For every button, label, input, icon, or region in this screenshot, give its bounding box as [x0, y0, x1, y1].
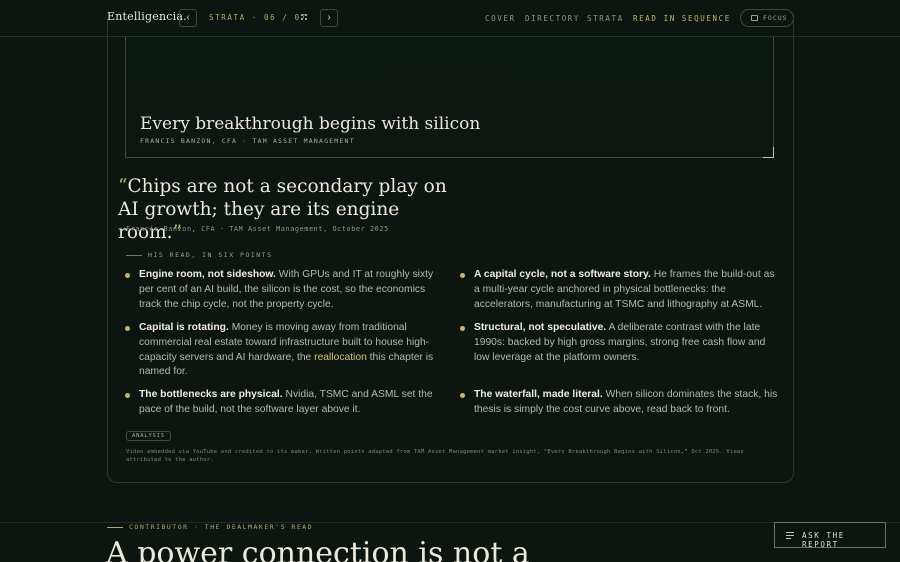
point-item: A capital cycle, not a software story. H…: [460, 268, 779, 312]
bullet-dot: [460, 393, 465, 398]
video-credit: FRANCIS BANZON, CFA · TAM ASSET MANAGEME…: [140, 137, 355, 145]
point-lead: Structural, not speculative.: [474, 322, 607, 333]
point-item: Structural, not speculative. A deliberat…: [460, 321, 779, 365]
menu-lines-icon: [786, 532, 794, 539]
source-footnote: Video embedded via YouTube and credited …: [126, 449, 744, 463]
points-section-label: HIS READ, IN SIX POINTS: [126, 251, 273, 259]
corner-mark: [763, 147, 774, 158]
points-section-label-text: HIS READ, IN SIX POINTS: [148, 251, 273, 259]
pull-quote: “Chips are not a secondary play on AI gr…: [118, 175, 448, 244]
video-title: Every breakthrough begins with silicon: [140, 114, 481, 134]
point-lead: A capital cycle, not a software story.: [474, 269, 651, 280]
analysis-tag: ANALYSIS: [126, 431, 171, 441]
point-lead: Capital is rotating.: [139, 322, 229, 333]
point-lead: Engine room, not sideshow.: [139, 269, 276, 280]
ask-the-report-button[interactable]: ASK THE REPORT: [774, 522, 886, 549]
bullet-dot: [125, 393, 130, 398]
bullet-dot: [460, 273, 465, 278]
point-item: Engine room, not sideshow. With GPUs and…: [125, 268, 444, 312]
label-rule: [126, 254, 142, 256]
point-item: The bottlenecks are physical. Nvidia, TS…: [125, 388, 444, 418]
bullet-dot: [460, 326, 465, 331]
bullet-dot: [125, 326, 130, 331]
ask-the-report-label: ASK THE REPORT: [802, 531, 845, 549]
point-lead: The waterfall, made literal.: [474, 389, 603, 400]
contributor-label-text: CONTRIBUTOR · THE DEALMAKER'S READ: [129, 523, 314, 531]
quote-attribution: Francis Banzon, CFA · TAM Asset Manageme…: [126, 225, 389, 233]
video-embed[interactable]: Every breakthrough begins with silicon F…: [125, 37, 774, 158]
label-rule: [107, 526, 123, 528]
bullet-dot: [125, 273, 130, 278]
point-lead: The bottlenecks are physical.: [139, 389, 283, 400]
point-item: Capital is rotating. Money is moving awa…: [125, 321, 444, 380]
section-headline: A power connection is not a: [106, 536, 530, 562]
contributor-label: CONTRIBUTOR · THE DEALMAKER'S READ: [107, 523, 313, 531]
point-item: The waterfall, made literal. When silico…: [460, 388, 779, 418]
reallocation-link[interactable]: reallocation: [314, 352, 367, 363]
